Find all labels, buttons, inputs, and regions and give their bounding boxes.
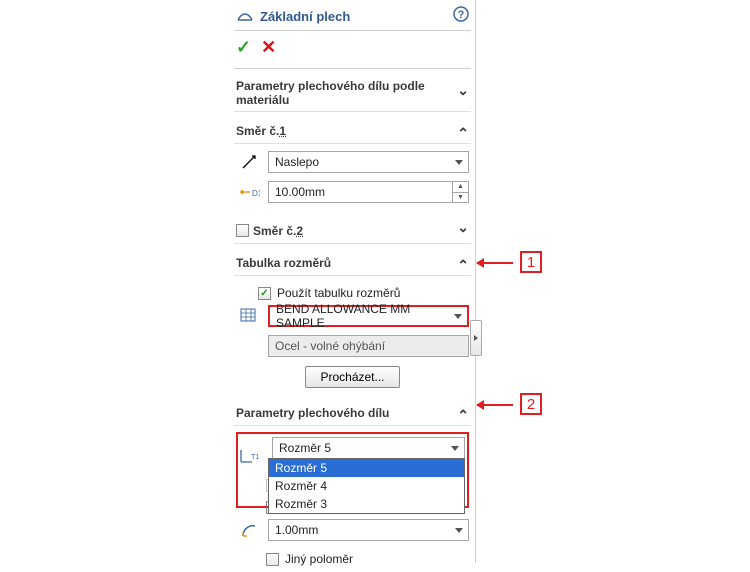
end-condition-select[interactable]: Naslepo (268, 151, 469, 173)
section-header-direction-2[interactable]: Směr č. 2 (234, 216, 471, 244)
spin-down-icon[interactable]: ▼ (453, 193, 468, 203)
callout-arrow-1 (477, 262, 513, 264)
section-header-direction-1[interactable]: Směr č. 1 (234, 116, 471, 144)
spin-up-icon[interactable]: ▲ (453, 182, 468, 193)
direction2-checkbox[interactable] (236, 224, 249, 237)
browse-button[interactable]: Procházet... (305, 366, 399, 388)
section-direction-1: Směr č. 1 Naslepo D1 10.00mm (234, 116, 471, 212)
sheet-params-title: Parametry plechového dílu (236, 406, 389, 420)
jiny-polomer-label: Jiný poloměr (285, 552, 353, 566)
svg-text:?: ? (458, 9, 465, 21)
direction2-title-number: 2 (296, 224, 303, 238)
size-option[interactable]: Rozměr 5 (269, 459, 464, 477)
section-title-material-params: Parametry plechového dílu podle materiál… (236, 79, 457, 107)
gauge-table-title: Tabulka rozměrů (236, 256, 331, 270)
gauge-table-value: BEND ALLOWANCE MM SAMPLE (276, 302, 449, 330)
section-header-material-params[interactable]: Parametry plechového dílu podle materiál… (234, 73, 471, 112)
spacer (236, 334, 262, 358)
depth-spin-buttons[interactable]: ▲ ▼ (452, 182, 468, 202)
section-gauge-table: Tabulka rozměrů Použít tabulku rozměrů B… (234, 248, 471, 394)
flyout-handle[interactable] (470, 320, 482, 356)
property-panel: Základní plech ? ✓ ✕ Parametry plechovéh… (230, 0, 476, 563)
size-option[interactable]: Rozměr 3 (269, 495, 464, 513)
callout-1: 1 (520, 251, 542, 273)
use-table-checkbox[interactable] (258, 287, 271, 300)
section-header-gauge-table[interactable]: Tabulka rozměrů (234, 248, 471, 276)
section-direction-2: Směr č. 2 (234, 216, 471, 244)
ok-button[interactable]: ✓ (236, 37, 251, 58)
radius-select[interactable]: 1.00mm (268, 519, 469, 541)
cancel-button[interactable]: ✕ (261, 37, 276, 58)
size-option[interactable]: Rozměr 4 (269, 477, 464, 495)
bend-radius-icon (236, 518, 262, 542)
material-value: Ocel - volné ohýbání (275, 339, 385, 353)
svg-text:D1: D1 (252, 189, 260, 198)
material-readonly: Ocel - volné ohýbání (268, 335, 469, 357)
confirm-row: ✓ ✕ (234, 31, 471, 69)
depth-icon: D1 (236, 180, 262, 204)
chevron-up-icon[interactable] (457, 254, 469, 271)
section-header-sheet-params[interactable]: Parametry plechového dílu (234, 398, 471, 426)
direction2-title-prefix: Směr č. (253, 224, 296, 238)
use-table-label: Použít tabulku rozměrů (277, 286, 400, 300)
callout-2-number: 2 (527, 396, 535, 413)
gauge-table-select[interactable]: BEND ALLOWANCE MM SAMPLE (268, 305, 469, 327)
help-icon[interactable]: ? (453, 6, 469, 26)
flip-direction-icon[interactable] (236, 150, 262, 174)
callout-arrow-2 (477, 404, 513, 406)
chevron-up-icon[interactable] (457, 122, 469, 139)
panel-title: Základní plech (260, 9, 350, 24)
panel-header: Základní plech ? (234, 2, 471, 31)
sheet-params-body: Rozměr 5 Rozměr 5 Rozměr 4 Rozměr 3 T1 (234, 426, 471, 572)
size-selected-value: Rozměr 5 (279, 441, 331, 455)
section-sheet-params: Parametry plechového dílu Rozměr 5 Rozmě… (234, 398, 471, 572)
size-select[interactable]: Rozměr 5 (272, 437, 465, 459)
depth-spinbox[interactable]: 10.00mm ▲ ▼ (268, 181, 469, 203)
callout-2: 2 (520, 393, 542, 415)
end-condition-value: Naslepo (275, 155, 319, 169)
sheet-metal-icon (236, 7, 254, 25)
table-icon (236, 304, 262, 328)
direction1-body: Naslepo D1 10.00mm ▲ ▼ (234, 144, 471, 212)
size-dropdown-list[interactable]: Rozměr 5 Rozměr 4 Rozměr 3 (268, 458, 465, 514)
size-highlight-box: Rozměr 5 Rozměr 5 Rozměr 4 Rozměr 3 (236, 432, 469, 508)
chevron-up-icon[interactable] (457, 404, 469, 421)
chevron-down-icon[interactable] (457, 222, 469, 239)
callout-1-number: 1 (527, 254, 535, 271)
radius-value: 1.00mm (275, 523, 318, 537)
direction1-title-number: 1 (279, 124, 286, 138)
chevron-down-icon[interactable] (457, 85, 469, 102)
direction1-title-prefix: Směr č. (236, 124, 279, 138)
gauge-table-body: Použít tabulku rozměrů BEND ALLOWANCE MM… (234, 276, 471, 394)
section-material-params: Parametry plechového dílu podle materiál… (234, 73, 471, 112)
depth-value: 10.00mm (275, 185, 325, 199)
jiny-polomer-checkbox[interactable] (266, 553, 279, 566)
